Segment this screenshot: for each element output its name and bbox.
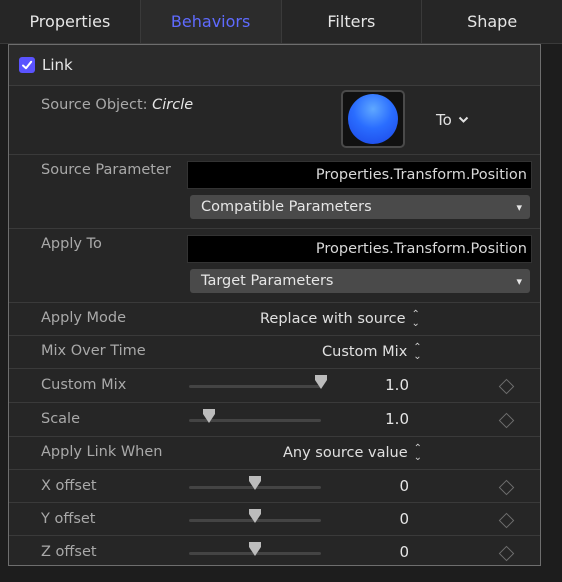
chevron-down-icon <box>458 116 469 123</box>
z-offset-slider[interactable] <box>189 542 321 556</box>
z-offset-label: Z offset <box>41 544 97 560</box>
scale-label: Scale <box>41 411 81 427</box>
y-offset-value[interactable]: 0 <box>399 510 409 528</box>
to-dropdown[interactable]: To <box>436 111 469 129</box>
apply-to-field[interactable]: Properties.Transform.Position <box>187 235 532 263</box>
circle-thumbnail <box>348 94 398 144</box>
mix-over-time-label: Mix Over Time <box>41 343 146 359</box>
apply-mode-row: Apply Mode Replace with source ⌃ ⌄ <box>9 303 540 336</box>
custom-mix-row: Custom Mix 1.0 <box>9 369 540 403</box>
custom-mix-value[interactable]: 1.0 <box>385 376 409 394</box>
link-checkbox[interactable] <box>19 57 35 73</box>
tab-properties[interactable]: Properties <box>0 0 141 43</box>
source-parameter-field[interactable]: Properties.Transform.Position <box>187 161 532 189</box>
apply-link-when-popup[interactable]: Any source value ⌃ ⌄ <box>283 443 423 463</box>
keyframe-diamond-icon[interactable] <box>498 412 515 429</box>
tab-filters[interactable]: Filters <box>282 0 423 43</box>
custom-mix-label: Custom Mix <box>41 377 127 393</box>
target-parameters-dropdown[interactable]: Target Parameters ▾ <box>190 269 530 293</box>
apply-link-when-row: Apply Link When Any source value ⌃ ⌄ <box>9 437 540 470</box>
y-offset-label: Y offset <box>41 511 96 527</box>
apply-to-row: Apply To Properties.Transform.Position T… <box>9 229 540 303</box>
checkmark-icon <box>22 60 33 70</box>
slider-thumb[interactable] <box>249 542 261 556</box>
updown-chevron-icon: ⌃ ⌄ <box>413 443 423 463</box>
y-offset-slider[interactable] <box>189 509 321 523</box>
source-parameter-row: Source Parameter Properties.Transform.Po… <box>9 155 540 229</box>
updown-chevron-icon: ⌃ ⌄ <box>413 342 422 362</box>
slider-thumb[interactable] <box>249 509 261 523</box>
scale-value[interactable]: 1.0 <box>385 410 409 428</box>
link-label: Link <box>42 56 73 74</box>
apply-link-when-label: Apply Link When <box>41 444 163 460</box>
source-object-well[interactable] <box>341 90 405 148</box>
x-offset-slider[interactable] <box>189 476 321 490</box>
updown-chevron-icon: ⌃ ⌄ <box>411 309 420 329</box>
chevron-down-icon: ▾ <box>516 200 522 214</box>
mix-over-time-popup[interactable]: Custom Mix ⌃ ⌄ <box>322 342 422 362</box>
tab-shape[interactable]: Shape <box>422 0 562 43</box>
keyframe-diamond-icon[interactable] <box>498 545 515 562</box>
inspector-tabs: Properties Behaviors Filters Shape <box>0 0 562 44</box>
z-offset-value[interactable]: 0 <box>399 543 409 561</box>
keyframe-diamond-icon[interactable] <box>498 512 515 529</box>
scale-row: Scale 1.0 <box>9 403 540 437</box>
slider-thumb[interactable] <box>315 375 327 389</box>
source-object-name: Circle <box>152 97 194 113</box>
x-offset-label: X offset <box>41 478 97 494</box>
source-object-label: Source Object: Circle <box>41 97 194 113</box>
apply-to-label: Apply To <box>41 236 102 252</box>
link-header: Link <box>9 45 540 86</box>
source-parameter-label: Source Parameter <box>41 162 171 178</box>
apply-mode-label: Apply Mode <box>41 310 127 326</box>
mix-over-time-row: Mix Over Time Custom Mix ⌃ ⌄ <box>9 336 540 369</box>
keyframe-diamond-icon[interactable] <box>498 479 515 496</box>
chevron-down-icon: ▾ <box>516 274 522 288</box>
compatible-parameters-dropdown[interactable]: Compatible Parameters ▾ <box>190 195 530 219</box>
z-offset-row: Z offset 0 <box>9 536 540 565</box>
x-offset-row: X offset 0 <box>9 470 540 503</box>
apply-mode-popup[interactable]: Replace with source ⌃ ⌄ <box>260 309 420 329</box>
keyframe-diamond-icon[interactable] <box>498 378 515 395</box>
custom-mix-slider[interactable] <box>189 375 327 389</box>
link-behavior-panel: Link Source Object: Circle To Source Par… <box>8 44 541 566</box>
slider-thumb[interactable] <box>202 409 215 423</box>
y-offset-row: Y offset 0 <box>9 503 540 536</box>
tab-behaviors[interactable]: Behaviors <box>140 0 282 43</box>
slider-thumb[interactable] <box>249 476 261 490</box>
x-offset-value[interactable]: 0 <box>399 477 409 495</box>
scale-slider[interactable] <box>189 409 321 423</box>
